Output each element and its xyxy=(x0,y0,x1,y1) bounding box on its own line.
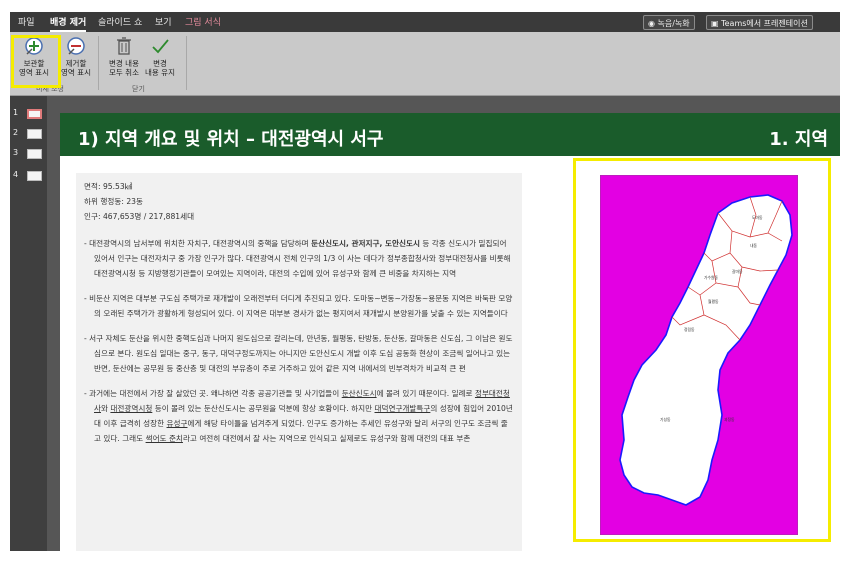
tab-view[interactable]: 보기 xyxy=(155,15,172,28)
teams-icon: ▣ xyxy=(711,19,719,28)
keep-changes-label: 변경 내용 유지 xyxy=(145,59,175,77)
record-button[interactable]: ◉ 녹음/녹화 xyxy=(643,15,695,30)
slide-number: 1 xyxy=(13,108,19,117)
record-label: 녹음/녹화 xyxy=(657,19,690,28)
stat-dongs: 하위 행정동: 23동 xyxy=(84,197,143,206)
map-label: 정림동 xyxy=(684,327,695,332)
thumbnail-preview xyxy=(27,129,42,139)
paragraph-history: - 과거에는 대전에서 가장 잘 살았던 곳. 왜냐하면 각종 공공기관들 및 … xyxy=(84,389,513,443)
record-icon: ◉ xyxy=(648,19,655,28)
seo-gu-map-image[interactable]: 기성동 괴정동 내동 갈마동 월평동 도마동 정림동 가수원동 xyxy=(600,175,798,535)
tab-slide-show[interactable]: 슬라이드 쇼 xyxy=(98,15,142,28)
thumbnail-preview xyxy=(27,109,42,119)
map-label: 도마동 xyxy=(752,215,763,220)
thumbnail-preview xyxy=(27,171,42,181)
ribbon-group-separator xyxy=(186,36,187,90)
stat-population: 인구: 467,653명 / 217,881세대 xyxy=(84,212,195,221)
powerpoint-window: 파일 배경 제거 슬라이드 쇼 보기 그림 서식 ◉ 녹음/녹화 ▣ Teams… xyxy=(0,0,855,561)
ribbon-group-separator xyxy=(98,36,99,90)
section-title: 1. 지역 xyxy=(769,129,828,150)
ribbon: 보관할 영역 표시 제거할 영역 표시 변경 내용 모두 취소 변경 내용 유지… xyxy=(10,32,840,96)
stat-area: 면적: 95.53㎢ xyxy=(84,182,133,191)
mark-remove-icon xyxy=(67,37,85,55)
menu-bar: 파일 배경 제거 슬라이드 쇼 보기 그림 서식 ◉ 녹음/녹화 ▣ Teams… xyxy=(10,12,840,32)
content-textbox[interactable]: 면적: 95.53㎢ 하위 행정동: 23동 인구: 467,653명 / 21… xyxy=(76,173,522,551)
slide-number: 3 xyxy=(13,148,19,157)
tab-background-removal[interactable]: 배경 제거 xyxy=(50,15,87,32)
map-label: 가수원동 xyxy=(704,275,718,280)
slide-number: 2 xyxy=(13,128,19,137)
tab-picture-format[interactable]: 그림 서식 xyxy=(185,15,221,28)
paragraph-new-vs-old: - 서구 자체도 둔산을 위시한 중핵도심과 나머지 원도심으로 갈리는데, 만… xyxy=(84,334,513,373)
map-label: 월평동 xyxy=(708,299,719,304)
slide-thumbnail[interactable]: 4 xyxy=(10,168,47,186)
slide-title: 1) 지역 개요 및 위치 – 대전광역시 서구 xyxy=(78,129,384,150)
slide-number: 4 xyxy=(13,170,19,179)
teams-label: Teams에서 프레젠테이션 xyxy=(721,19,808,28)
trash-icon xyxy=(117,37,131,55)
present-in-teams-button[interactable]: ▣ Teams에서 프레젠테이션 xyxy=(706,15,813,30)
paragraph-old-downtown: - 비둔산 지역은 대부분 구도심 주택가로 재개발이 오래전부터 더디게 추진… xyxy=(84,294,513,318)
slide-thumbnail-pane: 1 2 3 4 xyxy=(10,96,47,551)
map-label: 내동 xyxy=(750,243,757,248)
keep-changes-button[interactable]: 변경 내용 유지 xyxy=(138,34,182,80)
slide-header-bar: 1) 지역 개요 및 위치 – 대전광역시 서구 1. 지역 xyxy=(60,113,840,156)
tab-file[interactable]: 파일 xyxy=(18,15,35,28)
map-label: 괴정동 xyxy=(724,417,735,422)
paragraph-overview: - 대전광역시의 남서부에 위치한 자치구, 대전광역시의 중핵을 담당하며 둔… xyxy=(84,239,511,278)
slide-thumbnail[interactable]: 3 xyxy=(10,146,47,164)
slide-thumbnail[interactable]: 2 xyxy=(10,126,47,144)
checkmark-icon xyxy=(152,39,169,54)
thumbnail-preview xyxy=(27,149,42,159)
highlight-box-keep-button xyxy=(11,35,61,88)
map-label: 갈마동 xyxy=(732,269,743,274)
group-label-close: 닫기 xyxy=(132,85,145,93)
slide-thumbnail[interactable]: 1 xyxy=(10,106,47,124)
map-label: 기성동 xyxy=(660,417,671,422)
